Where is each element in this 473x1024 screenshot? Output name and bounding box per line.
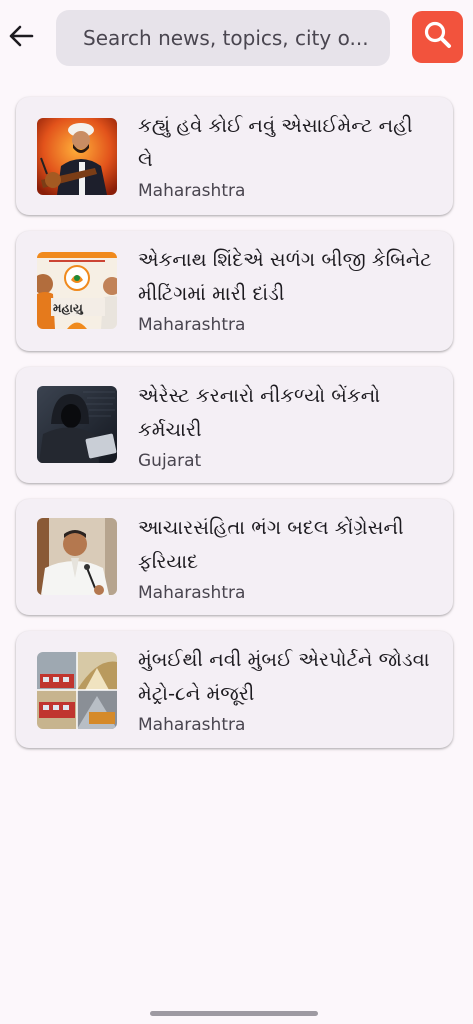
- arrow-left-icon: [8, 25, 34, 51]
- top-bar: Search news, topics, city o...: [0, 0, 473, 80]
- news-text: કહ્યું હવે કોઈ નવું એસાઈમેન્ટ નહી લે Mah…: [138, 109, 433, 203]
- news-text: એરેસ્ટ કરનારો નીકળ્યો બેંકનો કર્મચારી Gu…: [138, 379, 433, 473]
- news-text: મુંબઈથી નવી મુંબઈ એરપોર્ટને જોડવા મેટ્રો…: [138, 643, 433, 737]
- search-screen: Search news, topics, city o... કહ્યું હવ…: [0, 0, 473, 1024]
- news-title: આચારસંહિતા ભંગ બદલ કોંગ્રેસની ફરિયાદ: [138, 516, 404, 573]
- news-region: Maharashtra: [138, 583, 246, 603]
- news-region: Maharashtra: [138, 181, 246, 201]
- news-list: કહ્યું હવે કોઈ નવું એસાઈમેન્ટ નહી લે Mah…: [16, 97, 453, 764]
- news-card[interactable]: કહ્યું હવે કોઈ નવું એસાઈમેન્ટ નહી લે Mah…: [16, 97, 453, 215]
- news-title: મુંબઈથી નવી મુંબઈ એરપોર્ટને જોડવા મેટ્રો…: [138, 648, 430, 705]
- news-card[interactable]: આચારસંહિતા ભંગ બદલ કોંગ્રેસની ફરિયાદ Mah…: [16, 499, 453, 615]
- home-indicator[interactable]: [150, 1011, 318, 1016]
- news-card[interactable]: એરેસ્ટ કરનારો નીકળ્યો બેંકનો કર્મચારી Gu…: [16, 367, 453, 483]
- news-region: Maharashtra: [138, 715, 246, 735]
- news-title: એકનાથ શિંદેએ સળંગ બીજી કેબિનેટ મીટિંગમાં…: [138, 248, 432, 305]
- news-region: Gujarat: [138, 451, 202, 471]
- news-card[interactable]: મહાયુ એકનાથ શિંદેએ સળંગ બીજી કેબિનેટ મીટ…: [16, 231, 453, 351]
- news-region: Maharashtra: [138, 315, 246, 335]
- back-button[interactable]: [6, 20, 36, 56]
- news-thumbnail: [37, 518, 117, 595]
- news-text: એકનાથ શિંદેએ સળંગ બીજી કેબિનેટ મીટિંગમાં…: [138, 243, 433, 337]
- news-text: આચારસંહિતા ભંગ બદલ કોંગ્રેસની ફરિયાદ Mah…: [138, 511, 433, 605]
- search-button[interactable]: [412, 11, 463, 63]
- news-thumbnail: [37, 386, 117, 463]
- news-thumbnail: [37, 118, 117, 195]
- news-title: કહ્યું હવે કોઈ નવું એસાઈમેન્ટ નહી લે: [138, 114, 413, 171]
- search-icon: [423, 20, 453, 54]
- search-input[interactable]: Search news, topics, city o...: [56, 10, 390, 66]
- news-thumbnail: [37, 652, 117, 729]
- news-thumbnail: મહાયુ: [37, 252, 117, 329]
- news-card[interactable]: મુંબઈથી નવી મુંબઈ એરપોર્ટને જોડવા મેટ્રો…: [16, 631, 453, 748]
- news-title: એરેસ્ટ કરનારો નીકળ્યો બેંકનો કર્મચારી: [138, 384, 381, 441]
- thumb-caption: મહાયુ: [53, 301, 83, 316]
- search-placeholder: Search news, topics, city o...: [83, 26, 369, 50]
